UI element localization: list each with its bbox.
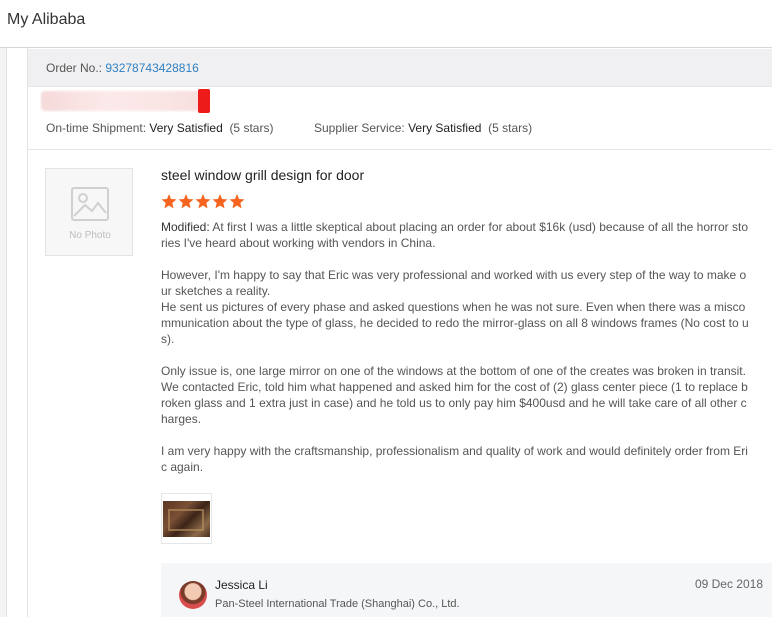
star-rating <box>161 194 246 214</box>
star-icon <box>178 194 194 209</box>
supplier-reply: Jessica Li Pan-Steel International Trade… <box>161 563 772 617</box>
panel-left-border <box>27 48 28 617</box>
redaction-blur <box>41 91 203 111</box>
sidebar-divider <box>6 48 7 617</box>
service-value: Very Satisfied <box>408 121 482 135</box>
app-title[interactable]: My Alibaba <box>7 11 85 29</box>
review-paragraph: However, I'm happy to say that Eric was … <box>161 268 747 298</box>
order-number-row: Order No.: 93278743428816 <box>46 61 199 75</box>
service-rating: Supplier Service: Very Satisfied (5 star… <box>314 121 532 135</box>
review-paragraph: Modified: At first I was a little skepti… <box>161 220 748 250</box>
reply-date: 09 Dec 2018 <box>694 577 763 591</box>
shipment-value: Very Satisfied <box>149 121 223 135</box>
product-title[interactable]: steel window grill design for door <box>161 167 364 183</box>
product-thumbnail[interactable]: No Photo <box>45 168 133 256</box>
review-paragraph: He sent us pictures of every phase and a… <box>161 300 749 346</box>
review-photo-image <box>163 501 210 537</box>
shipment-label: On-time Shipment: <box>46 121 147 135</box>
order-number-label: Order No.: <box>46 61 103 75</box>
order-header-bar: Order No.: 93278743428816 <box>28 49 772 87</box>
service-label: Supplier Service: <box>314 121 405 135</box>
image-placeholder-icon <box>71 187 109 221</box>
service-stars: (5 stars) <box>488 121 533 135</box>
section-divider <box>28 149 772 150</box>
star-icon <box>212 194 228 209</box>
redaction-mark <box>198 89 210 113</box>
avatar <box>179 581 207 609</box>
star-icon <box>161 194 177 209</box>
star-icon <box>229 194 245 209</box>
review-photo[interactable] <box>161 493 212 544</box>
star-icon <box>195 194 211 209</box>
order-number-link[interactable]: 93278743428816 <box>105 61 198 75</box>
no-photo-text: No Photo <box>69 230 111 241</box>
reply-author-name: Jessica Li <box>215 578 268 592</box>
top-header: My Alibaba <box>0 0 772 48</box>
review-paragraph: Only issue is, one large mirror on one o… <box>161 364 748 426</box>
modified-label: Modified: <box>161 220 210 234</box>
review-text: Modified: At first I was a little skepti… <box>161 219 749 491</box>
shipment-rating: On-time Shipment: Very Satisfied (5 star… <box>46 121 273 135</box>
reply-company[interactable]: Pan-Steel International Trade (Shanghai)… <box>215 598 460 610</box>
shipment-stars: (5 stars) <box>229 121 274 135</box>
redacted-buyer-name <box>41 89 213 113</box>
review-paragraph: I am very happy with the craftsmanship, … <box>161 444 748 474</box>
